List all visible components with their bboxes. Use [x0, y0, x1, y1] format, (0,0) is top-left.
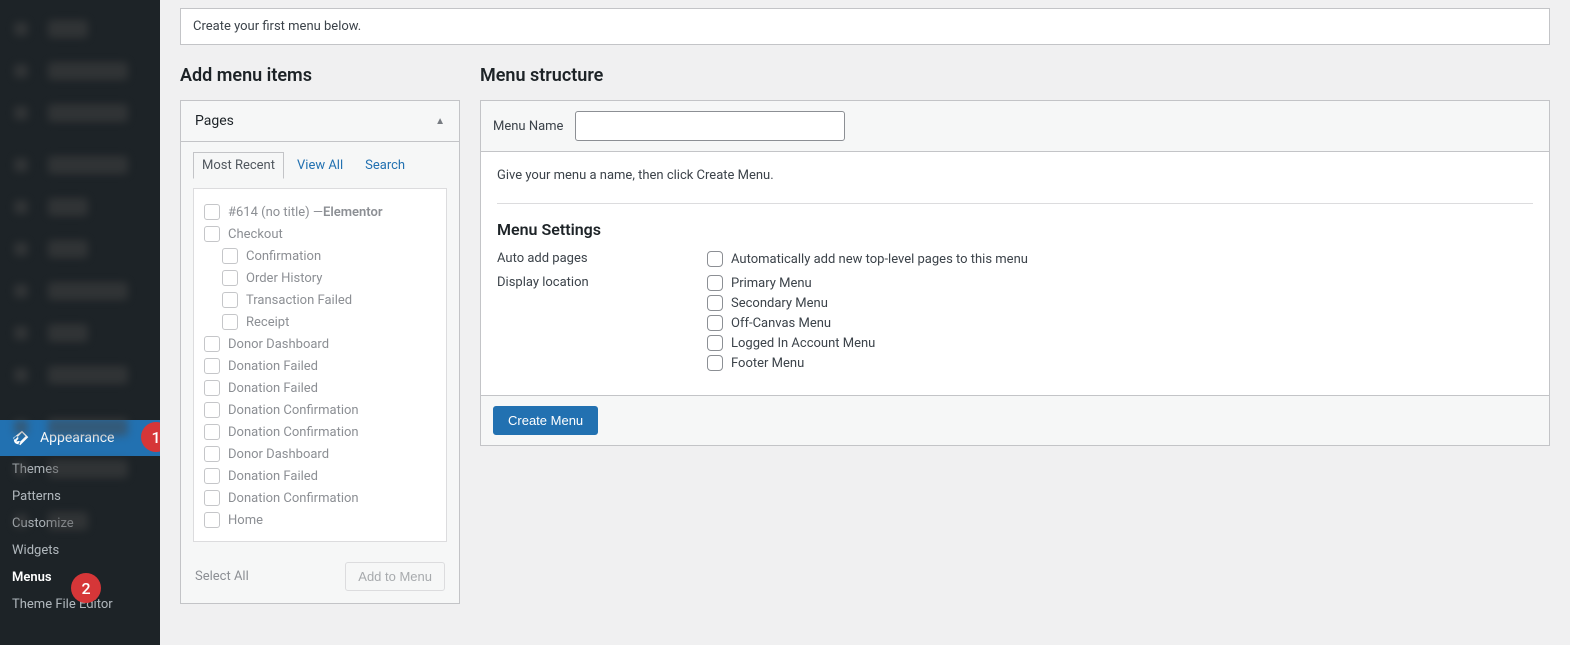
page-label: Checkout [228, 227, 283, 242]
menu-name-row: Menu Name [481, 101, 1549, 152]
page-suffix: Elementor [323, 205, 383, 220]
annotation-badge-2: 2 [71, 573, 101, 603]
page-label: Home [228, 513, 263, 528]
page-checkbox[interactable] [204, 446, 220, 462]
page-item[interactable]: Home [204, 509, 436, 531]
admin-sidebar: Appearance Themes Patterns Customize Wid… [0, 0, 160, 645]
auto-add-row: Auto add pages Automatically add new top… [497, 251, 1533, 267]
location-checkbox[interactable] [707, 335, 723, 351]
page-checkbox[interactable] [204, 490, 220, 506]
page-item[interactable]: Donation Failed [204, 465, 436, 487]
page-label: Transaction Failed [246, 293, 352, 308]
menu-structure-box: Menu Name Give your menu a name, then cl… [480, 100, 1550, 446]
page-item[interactable]: Donor Dashboard [204, 333, 436, 355]
display-location-label: Display location [497, 275, 707, 290]
location-option[interactable]: Logged In Account Menu [707, 335, 875, 351]
page-checkbox[interactable] [222, 270, 238, 286]
page-label: Confirmation [246, 249, 321, 264]
page-item[interactable]: Donation Confirmation [204, 421, 436, 443]
tab-view-all[interactable]: View All [288, 152, 352, 178]
page-label: Donation Failed [228, 381, 318, 396]
location-option[interactable]: Footer Menu [707, 355, 875, 371]
page-checkbox[interactable] [204, 468, 220, 484]
menu-name-label: Menu Name [493, 119, 563, 134]
sidebar-blurred-upper [0, 0, 160, 420]
page-checkbox[interactable] [204, 512, 220, 528]
location-checkbox[interactable] [707, 315, 723, 331]
create-menu-button[interactable]: Create Menu [493, 406, 598, 435]
location-option[interactable]: Off-Canvas Menu [707, 315, 875, 331]
menu-structure-footer: Create Menu [481, 395, 1549, 445]
menu-settings-heading: Menu Settings [497, 220, 1533, 239]
menu-hint-text: Give your menu a name, then click Create… [497, 168, 1533, 183]
page-label: Order History [246, 271, 322, 286]
location-label: Logged In Account Menu [731, 336, 875, 351]
main-content: Create your first menu below. Add menu i… [160, 0, 1570, 645]
tab-search[interactable]: Search [356, 152, 414, 178]
page-checkbox[interactable] [204, 358, 220, 374]
add-menu-items-heading: Add menu items [180, 65, 460, 86]
auto-add-option[interactable]: Automatically add new top-level pages to… [707, 251, 1028, 267]
pages-tabs: Most Recent View All Search [193, 152, 447, 178]
page-item[interactable]: Donation Confirmation [204, 487, 436, 509]
page-label: Donation Confirmation [228, 403, 359, 418]
location-option[interactable]: Primary Menu [707, 275, 875, 291]
menu-name-input[interactable] [575, 111, 845, 141]
location-label: Footer Menu [731, 356, 804, 371]
tab-most-recent[interactable]: Most Recent [193, 152, 284, 179]
page-label: Donor Dashboard [228, 337, 329, 352]
page-checkbox[interactable] [222, 292, 238, 308]
page-item[interactable]: Donation Failed [204, 355, 436, 377]
menu-structure-heading: Menu structure [480, 65, 1550, 86]
notice-first-menu: Create your first menu below. [180, 8, 1550, 45]
page-checkbox[interactable] [204, 424, 220, 440]
location-checkbox[interactable] [707, 355, 723, 371]
page-item[interactable]: Order History [204, 267, 436, 289]
auto-add-checkbox[interactable] [707, 251, 723, 267]
page-checkbox[interactable] [222, 314, 238, 330]
page-checkbox[interactable] [204, 336, 220, 352]
chevron-up-icon: ▲ [435, 116, 445, 127]
location-checkbox[interactable] [707, 295, 723, 311]
page-label: Donor Dashboard [228, 447, 329, 462]
page-label: Donation Failed [228, 359, 318, 374]
page-label: Donation Confirmation [228, 425, 359, 440]
page-label: #614 (no title) — [228, 205, 323, 220]
page-checkbox[interactable] [222, 248, 238, 264]
pages-list: #614 (no title) — Elementor Checkout Confi… [193, 188, 447, 542]
page-label: Receipt [246, 315, 289, 330]
pages-metabox: Pages ▲ Most Recent View All Search #614… [180, 100, 460, 604]
page-item[interactable]: Donor Dashboard [204, 443, 436, 465]
page-item[interactable]: Confirmation [204, 245, 436, 267]
page-label: Donation Confirmation [228, 491, 359, 506]
page-item[interactable]: Donation Confirmation [204, 399, 436, 421]
page-checkbox[interactable] [204, 402, 220, 418]
display-location-row: Display location Primary Menu Secondary M… [497, 275, 1533, 371]
location-checkbox[interactable] [707, 275, 723, 291]
page-item[interactable]: Transaction Failed [204, 289, 436, 311]
menu-structure-column: Menu structure Menu Name Give your menu … [480, 65, 1550, 604]
page-item[interactable]: Checkout [204, 223, 436, 245]
pages-metabox-title: Pages [195, 113, 234, 129]
page-checkbox[interactable] [204, 204, 220, 220]
location-label: Off-Canvas Menu [731, 316, 831, 331]
location-label: Secondary Menu [731, 296, 828, 311]
page-item[interactable]: Donation Failed [204, 377, 436, 399]
page-item[interactable]: Receipt [204, 311, 436, 333]
location-option[interactable]: Secondary Menu [707, 295, 875, 311]
page-label: Donation Failed [228, 469, 318, 484]
page-item[interactable]: #614 (no title) — Elementor [204, 201, 436, 223]
location-label: Primary Menu [731, 276, 812, 291]
select-all-link[interactable]: Select All [195, 569, 249, 584]
page-checkbox[interactable] [204, 380, 220, 396]
add-menu-items-column: Add menu items Pages ▲ Most Recent View … [180, 65, 460, 604]
pages-metabox-toggle[interactable]: Pages ▲ [181, 101, 459, 142]
page-checkbox[interactable] [204, 226, 220, 242]
add-to-menu-button[interactable]: Add to Menu [345, 562, 445, 591]
auto-add-label: Auto add pages [497, 251, 707, 266]
divider [497, 203, 1533, 204]
auto-add-option-label: Automatically add new top-level pages to… [731, 252, 1028, 267]
